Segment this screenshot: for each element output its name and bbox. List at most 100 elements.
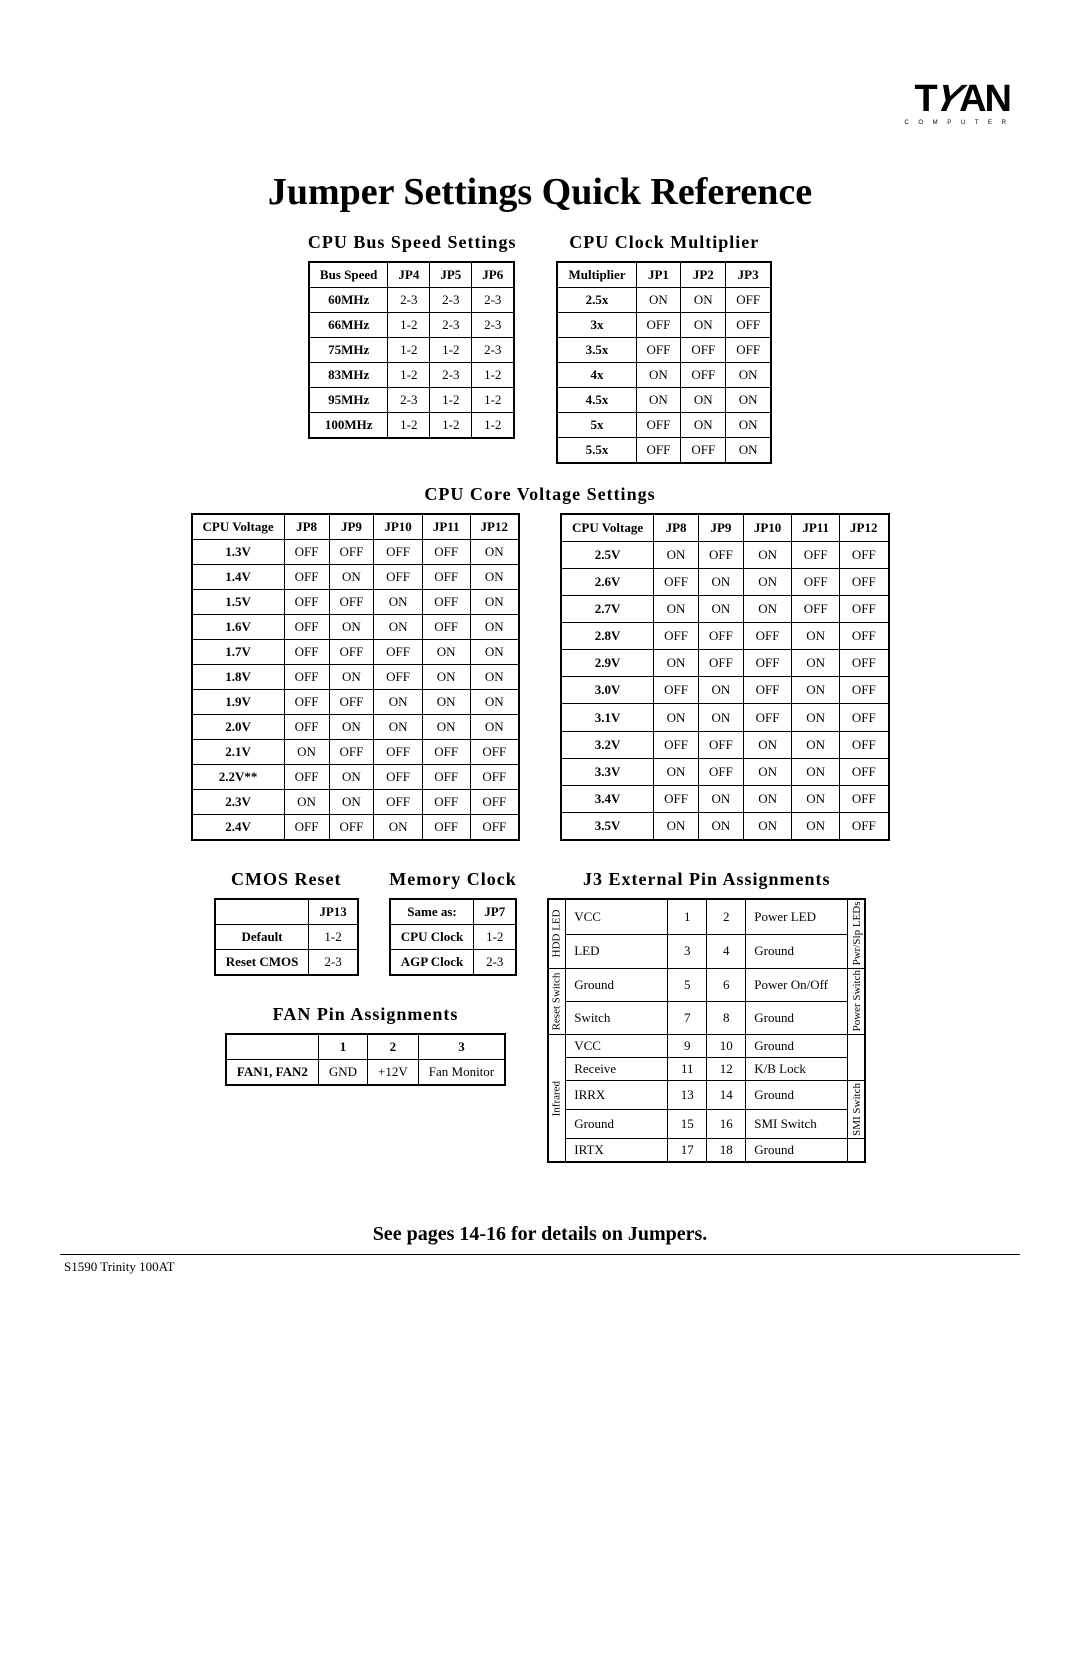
cell: Fan Monitor: [418, 1060, 505, 1086]
cell: ON: [743, 542, 791, 569]
footer-rule: [60, 1254, 1020, 1255]
pin-label: IRTX: [566, 1139, 668, 1163]
table-row: 3xOFFONOFF: [557, 313, 771, 338]
table-row: 100MHz1-21-21-2: [309, 413, 514, 439]
pin-label: Ground: [746, 1035, 848, 1058]
table-row: 2.4VOFFOFFONOFFOFF: [192, 815, 520, 841]
cell: OFF: [654, 569, 699, 596]
voltage-table-right: CPU VoltageJP8JP9JP10JP11JP122.5VONOFFON…: [560, 513, 890, 841]
row-header: CPU Clock: [390, 925, 474, 950]
cell: ON: [470, 615, 519, 640]
cell: 2-3: [472, 338, 514, 363]
col-header: JP8: [284, 514, 329, 540]
cell: ON: [422, 640, 470, 665]
cell: 1-2: [430, 338, 472, 363]
cell: OFF: [284, 690, 329, 715]
group-label-right: SMI Switch: [848, 1081, 866, 1139]
cmos-table: JP13Default1-2Reset CMOS2-3: [214, 898, 359, 976]
pin-num: 16: [707, 1110, 746, 1139]
cell: ON: [470, 540, 519, 565]
logo-subtext: C O M P U T E R: [904, 120, 1010, 126]
cell: ON: [726, 363, 771, 388]
table-row: 1.4VOFFONOFFOFFON: [192, 565, 520, 590]
table-row: 2.8VOFFOFFOFFONOFF: [561, 623, 889, 650]
cell: ON: [699, 596, 744, 623]
bus-speed-block: CPU Bus Speed Settings Bus SpeedJP4JP5JP…: [308, 224, 517, 464]
cell: ON: [329, 665, 374, 690]
pin-num: 2: [707, 899, 746, 934]
cell: OFF: [284, 640, 329, 665]
row-header: 3.5x: [557, 338, 636, 363]
cell: ON: [654, 704, 699, 731]
cell: OFF: [636, 413, 681, 438]
row-header: 4.5x: [557, 388, 636, 413]
multiplier-block: CPU Clock Multiplier MultiplierJP1JP2JP3…: [556, 224, 772, 464]
table-row: 2.1VONOFFOFFOFFOFF: [192, 740, 520, 765]
cell: ON: [470, 715, 519, 740]
row-header: 3x: [557, 313, 636, 338]
pin-num: 17: [668, 1139, 707, 1163]
cell: OFF: [840, 677, 889, 704]
table-row: 2.0VOFFONONONON: [192, 715, 520, 740]
row-header: 1.5V: [192, 590, 285, 615]
cell: OFF: [636, 313, 681, 338]
cell: ON: [422, 665, 470, 690]
logo: TYAN C O M P U T E R: [904, 80, 1010, 126]
pin-label: VCC: [566, 899, 668, 934]
cell: OFF: [840, 569, 889, 596]
col-header: Bus Speed: [309, 262, 388, 288]
col-header: JP13: [309, 899, 358, 925]
pin-num: 1: [668, 899, 707, 934]
cell: ON: [726, 438, 771, 464]
cell: OFF: [699, 650, 744, 677]
cell: OFF: [422, 615, 470, 640]
cell: OFF: [374, 740, 422, 765]
col-header: JP12: [840, 514, 889, 542]
cell: OFF: [654, 785, 699, 812]
cell: OFF: [329, 740, 374, 765]
cell: ON: [743, 731, 791, 758]
cell: OFF: [726, 313, 771, 338]
pin-num: 11: [668, 1058, 707, 1081]
cell: ON: [743, 785, 791, 812]
table-row: 1.3VOFFOFFOFFOFFON: [192, 540, 520, 565]
col-header: JP4: [388, 262, 430, 288]
cell: OFF: [654, 677, 699, 704]
table-row: CPU Clock1-2: [390, 925, 516, 950]
table-row: 2.5xONONOFF: [557, 288, 771, 313]
cell: ON: [654, 812, 699, 840]
row-header: 5x: [557, 413, 636, 438]
pin-label: SMI Switch: [746, 1110, 848, 1139]
cell: OFF: [470, 765, 519, 790]
row-header: 4x: [557, 363, 636, 388]
table-row: 1.7VOFFOFFOFFONON: [192, 640, 520, 665]
col-header: 3: [418, 1034, 505, 1060]
row-header: 2.6V: [561, 569, 654, 596]
cell: OFF: [743, 650, 791, 677]
cell: OFF: [681, 438, 726, 464]
row-header: 5.5x: [557, 438, 636, 464]
row-header: 60MHz: [309, 288, 388, 313]
table-row: 83MHz1-22-31-2: [309, 363, 514, 388]
cell: OFF: [422, 540, 470, 565]
col-header: 1: [318, 1034, 367, 1060]
cell: ON: [422, 715, 470, 740]
cell: OFF: [422, 565, 470, 590]
col-header: JP9: [329, 514, 374, 540]
table-row: 3.4VOFFONONONOFF: [561, 785, 889, 812]
row-header: 1.6V: [192, 615, 285, 640]
row-header: 66MHz: [309, 313, 388, 338]
col-header: Multiplier: [557, 262, 636, 288]
cell: ON: [422, 690, 470, 715]
table-row: 2.3VONONOFFOFFOFF: [192, 790, 520, 815]
cell: OFF: [422, 590, 470, 615]
cell: OFF: [636, 438, 681, 464]
col-header: CPU Voltage: [561, 514, 654, 542]
col-header: JP5: [430, 262, 472, 288]
group-label-left: HDD LED: [548, 899, 566, 968]
cell: ON: [470, 590, 519, 615]
table-row: 95MHz2-31-21-2: [309, 388, 514, 413]
row-header: 1.4V: [192, 565, 285, 590]
memclk-title: Memory Clock: [389, 869, 517, 890]
group-label-right: [848, 1035, 866, 1081]
